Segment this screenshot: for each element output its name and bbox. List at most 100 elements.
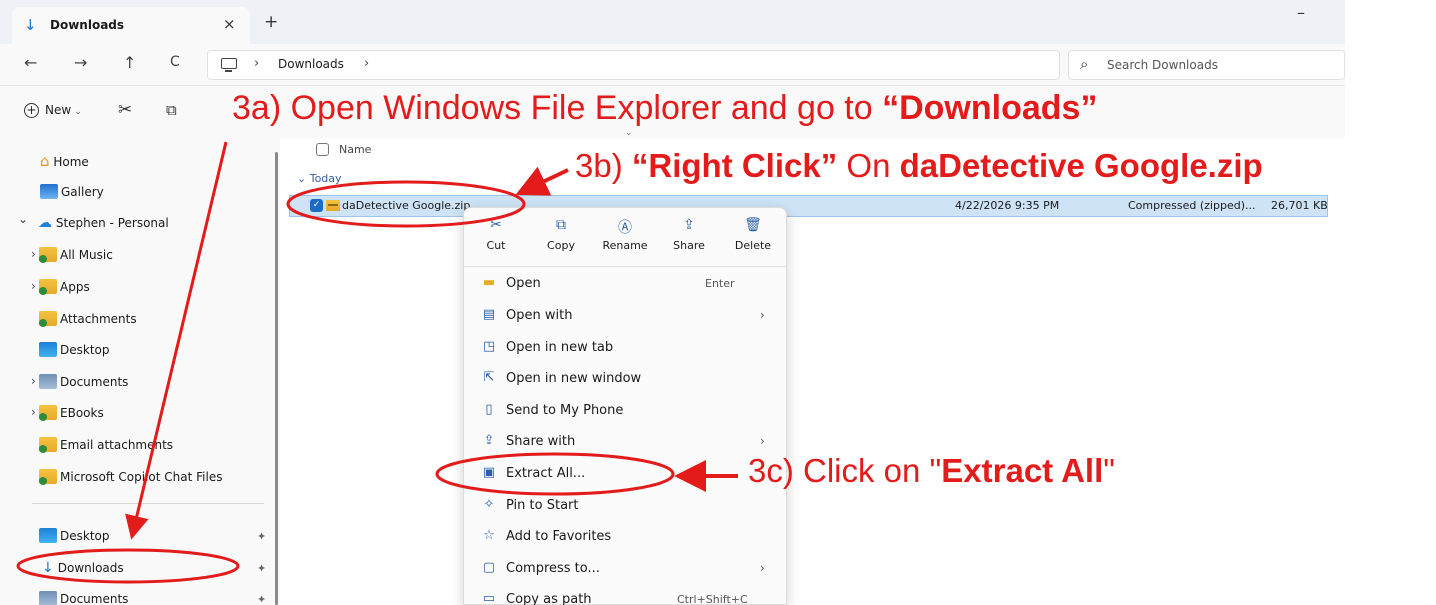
tab-downloads[interactable]: ↓ Downloads × bbox=[12, 7, 250, 44]
menu-item-extract-all[interactable]: ▣ Extract All... bbox=[464, 459, 786, 489]
breadcrumb-chevron-icon[interactable]: › bbox=[364, 56, 369, 71]
sidebar-item-label: Email attachments bbox=[60, 438, 174, 452]
chevron-right-icon[interactable]: › bbox=[31, 374, 36, 388]
sidebar-item-onedrive[interactable]: ⌄ ☁ Stephen - Personal bbox=[18, 212, 268, 239]
sort-chevron-icon[interactable]: ⌄ bbox=[625, 128, 633, 138]
chevron-right-icon[interactable]: › bbox=[31, 405, 36, 419]
address-bar: ← → ↑ C › Downloads › ⌕ Search Downloads bbox=[0, 44, 1345, 86]
chevron-right-icon: › bbox=[760, 561, 765, 575]
rename-label: Rename bbox=[602, 239, 648, 252]
menu-item-add-to-favorites[interactable]: ☆ Add to Favorites bbox=[464, 522, 786, 552]
rename-icon: Ⓐ bbox=[618, 220, 632, 236]
sidebar-item-label: Microsoft Copilot Chat Files bbox=[60, 470, 223, 484]
sidebar-item-ebooks[interactable]: › EBooks bbox=[31, 405, 261, 429]
pin-icon[interactable]: ✦ bbox=[257, 593, 266, 605]
sidebar-item-label: Attachments bbox=[60, 312, 137, 326]
annotation-text: 3b) bbox=[575, 147, 632, 184]
home-icon: ⌂ bbox=[40, 152, 50, 170]
download-icon: ↓ bbox=[42, 560, 54, 576]
share-label: Share bbox=[673, 239, 705, 252]
download-icon: ↓ bbox=[24, 16, 37, 34]
column-header-name[interactable]: Name bbox=[339, 143, 371, 156]
new-window-icon: ⇱ bbox=[483, 370, 495, 385]
share-button[interactable]: ⇪ Share bbox=[657, 208, 721, 266]
close-tab-icon[interactable]: × bbox=[223, 15, 236, 33]
chevron-right-icon: › bbox=[760, 434, 765, 448]
sidebar-item-label: Downloads bbox=[57, 561, 124, 575]
pin-icon[interactable]: ✦ bbox=[257, 530, 266, 543]
chevron-down-icon: ⌄ bbox=[74, 107, 82, 117]
folder-icon: ▬ bbox=[482, 275, 496, 290]
minimize-button[interactable]: – bbox=[1297, 3, 1305, 22]
cut-button[interactable]: ✂ Cut bbox=[464, 208, 528, 266]
menu-item-open-new-tab[interactable]: ◳ Open in new tab bbox=[464, 333, 786, 363]
file-name[interactable]: daDetective Google.zip bbox=[342, 199, 470, 212]
sidebar-item-copilot-chat-files[interactable]: Microsoft Copilot Chat Files bbox=[39, 469, 222, 493]
sidebar-item-pinned-desktop[interactable]: Desktop bbox=[39, 528, 269, 552]
menu-item-pin-to-start[interactable]: ✧ Pin to Start bbox=[464, 491, 786, 521]
sidebar-item-label: Desktop bbox=[60, 529, 110, 543]
new-tab-button[interactable]: + bbox=[264, 12, 278, 32]
annotation-text: On bbox=[837, 147, 900, 184]
refresh-icon[interactable]: C bbox=[170, 54, 180, 70]
sidebar-item-attachments[interactable]: Attachments bbox=[39, 311, 137, 335]
sidebar-item-gallery[interactable]: Gallery bbox=[40, 184, 104, 208]
plus-icon: + bbox=[24, 103, 39, 118]
breadcrumb-item-downloads[interactable]: Downloads bbox=[278, 57, 344, 71]
pin-icon[interactable]: ✦ bbox=[257, 562, 266, 575]
menu-item-share-with[interactable]: ⇪ Share with › bbox=[464, 427, 786, 457]
file-date: 4/22/2026 9:35 PM bbox=[955, 199, 1060, 212]
breadcrumb[interactable]: › Downloads › bbox=[207, 50, 1060, 80]
chevron-right-icon[interactable]: › bbox=[31, 247, 36, 261]
sidebar-item-desktop[interactable]: Desktop bbox=[39, 342, 110, 366]
sidebar-item-apps[interactable]: › Apps bbox=[31, 279, 261, 303]
rename-button[interactable]: Ⓐ Rename bbox=[593, 208, 657, 266]
share-icon: ⇪ bbox=[483, 433, 495, 448]
menu-item-compress-to[interactable]: ▢ Compress to... › bbox=[464, 554, 786, 584]
sidebar-item-pinned-downloads[interactable]: ↓ Downloads bbox=[42, 560, 242, 584]
item-group: EBooks bbox=[39, 405, 104, 421]
sidebar-item-all-music[interactable]: › All Music bbox=[31, 247, 261, 271]
cut-icon: ✂ bbox=[490, 217, 502, 233]
chevron-down-icon[interactable]: ⌄ bbox=[18, 212, 28, 226]
search-icon: ⌕ bbox=[1080, 55, 1089, 73]
trash-icon: 🗑 bbox=[744, 217, 762, 233]
breadcrumb-chevron-icon[interactable]: › bbox=[254, 56, 259, 71]
new-button[interactable]: + New ⌄ bbox=[24, 103, 82, 118]
up-icon[interactable]: ↑ bbox=[123, 53, 136, 72]
copy-button[interactable]: ⧉ Copy bbox=[529, 208, 593, 266]
chevron-right-icon[interactable]: › bbox=[31, 279, 36, 293]
annotation-step-3b: 3b) “Right Click” On daDetective Google.… bbox=[575, 147, 1263, 185]
menu-item-label: Open in new tab bbox=[506, 340, 614, 355]
annotation-bold: daDetective Google.zip bbox=[899, 147, 1263, 184]
sidebar-item-email-attachments[interactable]: Email attachments bbox=[39, 437, 173, 461]
delete-button[interactable]: 🗑 Delete bbox=[721, 208, 785, 266]
pin-icon: ✧ bbox=[483, 497, 495, 512]
sidebar-item-documents[interactable]: › Documents bbox=[31, 374, 261, 398]
search-input[interactable]: ⌕ Search Downloads bbox=[1068, 50, 1345, 80]
menu-item-copy-as-path[interactable]: ▭ Copy as path Ctrl+Shift+C bbox=[464, 585, 786, 605]
menu-item-open[interactable]: ▬ Open Enter bbox=[464, 269, 786, 299]
annotation-text: 3c) Click on " bbox=[748, 452, 942, 489]
forward-icon[interactable]: → bbox=[74, 53, 87, 72]
zip-folder-icon bbox=[326, 200, 340, 211]
shortcut-label: Enter bbox=[705, 277, 735, 290]
group-header-today[interactable]: ⌄ Today bbox=[297, 172, 342, 185]
copy-icon[interactable]: ⧉ bbox=[166, 101, 177, 119]
cut-icon[interactable]: ✂ bbox=[118, 100, 132, 120]
menu-item-open-new-window[interactable]: ⇱ Open in new window bbox=[464, 364, 786, 394]
sidebar-scrollbar[interactable] bbox=[275, 152, 278, 605]
menu-item-send-to-phone[interactable]: ▯ Send to My Phone bbox=[464, 396, 786, 426]
this-pc-icon[interactable] bbox=[221, 58, 237, 72]
select-all-checkbox[interactable] bbox=[316, 143, 329, 156]
sidebar-item-home[interactable]: ⌂ Home bbox=[40, 152, 89, 176]
menu-item-open-with[interactable]: ▤ Open with › bbox=[464, 301, 786, 331]
new-button-label: New bbox=[45, 103, 72, 117]
back-icon[interactable]: ← bbox=[24, 53, 37, 72]
cloud-icon: ☁ bbox=[38, 215, 52, 231]
sidebar-item-pinned-documents[interactable]: Documents bbox=[39, 591, 269, 605]
menu-item-label: Extract All... bbox=[506, 466, 586, 481]
row-checkbox[interactable]: ✓ bbox=[310, 199, 323, 212]
annotation-text: 3a) Open Windows File Explorer and go to bbox=[232, 89, 883, 127]
phone-icon: ▯ bbox=[485, 402, 493, 417]
